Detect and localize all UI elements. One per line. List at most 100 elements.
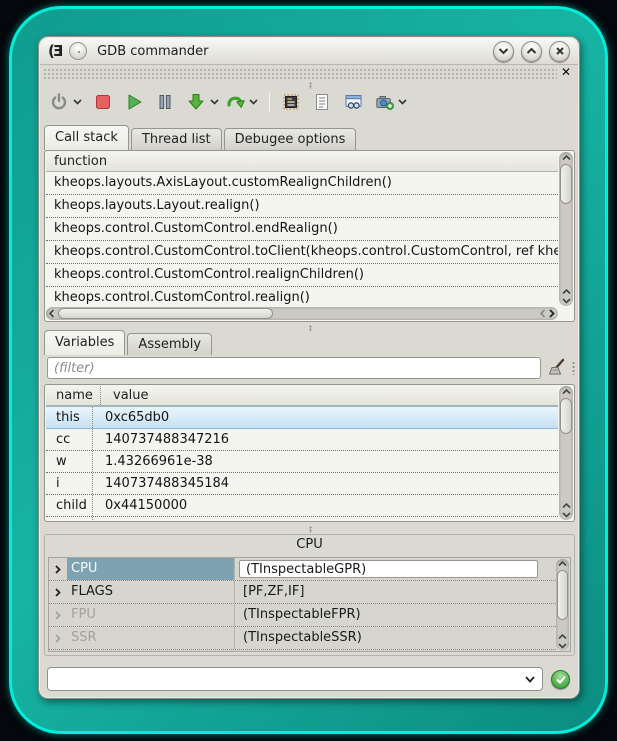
- callstack-column-header[interactable]: function: [46, 152, 558, 172]
- variables-tabbar: VariablesAssembly: [44, 330, 214, 355]
- cpu-rows: CPU(TInspectableGPR)FLAGS[PF,ZF,IF]FPU(T…: [49, 558, 556, 651]
- stack-frame-row[interactable]: kheops.layouts.AxisLayout.customRealignC…: [46, 172, 558, 195]
- callstack-panel: function kheops.layouts.AxisLayout.custo…: [44, 150, 575, 322]
- chevron-down-icon: [73, 99, 82, 105]
- scroll-down-arrow[interactable]: [559, 512, 573, 518]
- stack-frame-row[interactable]: kheops.layouts.Layout.realign(): [46, 195, 558, 218]
- step-into-button[interactable]: [184, 89, 208, 115]
- variable-row[interactable]: cc140737488347216: [46, 429, 558, 451]
- scroll-up-arrow[interactable]: [556, 634, 569, 640]
- scroll-up-arrow[interactable]: [559, 389, 573, 395]
- arrow-over-icon: [225, 92, 246, 112]
- cpu-register-row[interactable]: SSR(TInspectableSSR): [49, 627, 556, 650]
- stack-frame-row[interactable]: kheops.control.CustomControl.realignChil…: [46, 264, 558, 287]
- scroll-down-arrow[interactable]: [559, 298, 573, 304]
- snapshot-button[interactable]: [372, 89, 396, 115]
- scrollbar-thumb[interactable]: [560, 398, 572, 434]
- window-title: GDB commander: [97, 44, 208, 59]
- pause-button[interactable]: [153, 89, 177, 115]
- cpu-view-button[interactable]: [279, 89, 303, 115]
- filter-input[interactable]: [47, 357, 541, 379]
- expander-chevron-right-icon[interactable]: [49, 634, 67, 643]
- panel-handle-dots[interactable]: [572, 361, 575, 375]
- snapshot-dropdown[interactable]: [396, 89, 409, 115]
- expander-chevron-right-icon[interactable]: [49, 565, 67, 574]
- tab-debugee-options[interactable]: Debugee options: [224, 128, 357, 150]
- shade-button[interactable]: [493, 41, 514, 62]
- close-button[interactable]: [549, 41, 570, 62]
- step-into-dropdown[interactable]: [208, 89, 221, 115]
- broom-icon: [546, 357, 568, 379]
- stop-icon: [93, 92, 113, 112]
- tab-assembly[interactable]: Assembly: [127, 333, 212, 355]
- callstack-tabbar: Call stackThread listDebugee options: [44, 125, 358, 150]
- power-button[interactable]: [47, 89, 71, 115]
- variable-row[interactable]: child0x44150000: [46, 495, 558, 517]
- callstack-hscrollbar[interactable]: [46, 307, 558, 320]
- value-column-label[interactable]: value: [100, 386, 558, 405]
- scroll-down-arrow[interactable]: [556, 643, 569, 649]
- variable-name: this: [46, 410, 92, 425]
- stack-frame-row[interactable]: kheops.control.CustomControl.endRealign(…: [46, 218, 558, 241]
- variable-row[interactable]: i140737488345184: [46, 473, 558, 495]
- clear-filter-button[interactable]: [546, 357, 568, 379]
- variable-value: 1.43266961e-38: [92, 517, 558, 521]
- stack-frame-row[interactable]: kheops.control.CustomControl.realign(): [46, 287, 558, 306]
- stop-button[interactable]: [91, 89, 115, 115]
- scrollbar-thumb[interactable]: [560, 164, 572, 204]
- combo-dropdown-button[interactable]: [518, 676, 542, 683]
- cpu-value-editor[interactable]: (TInspectableGPR): [239, 560, 538, 578]
- expander-chevron-right-icon[interactable]: [49, 588, 67, 597]
- variables-vscrollbar[interactable]: [559, 386, 573, 520]
- variables-panel: name value this0xc65db0cc140737488347216…: [44, 384, 575, 522]
- watches-view-button[interactable]: [341, 89, 365, 115]
- variable-name: i: [46, 476, 92, 491]
- dock-close-button[interactable]: ✕: [559, 65, 573, 79]
- cpu-grid: CPU(TInspectableGPR)FLAGS[PF,ZF,IF]FPU(T…: [48, 557, 571, 652]
- variable-row[interactable]: h1.43266961e-38: [46, 517, 558, 521]
- run-button[interactable]: [122, 89, 146, 115]
- output-view-button[interactable]: [310, 89, 334, 115]
- scrollbar-thumb[interactable]: [58, 308, 273, 319]
- scroll-up-arrow[interactable]: [559, 155, 573, 161]
- dock-grip[interactable]: [43, 68, 557, 80]
- tab-thread-list[interactable]: Thread list: [131, 128, 222, 150]
- command-input[interactable]: [48, 669, 518, 689]
- scroll-left-arrow[interactable]: [540, 307, 546, 320]
- chevron-down-icon: [249, 99, 258, 105]
- tab-variables[interactable]: Variables: [44, 330, 125, 355]
- scroll-up-arrow[interactable]: [559, 289, 573, 295]
- step-over-button[interactable]: [223, 89, 247, 115]
- maximize-button[interactable]: [521, 41, 542, 62]
- document-icon: [312, 92, 332, 112]
- variables-rows: this0xc65db0cc140737488347216w1.43266961…: [46, 406, 558, 521]
- window-menu-button[interactable]: [69, 42, 87, 60]
- scroll-left-arrow[interactable]: [49, 307, 55, 320]
- arrow-down-icon: [186, 92, 206, 112]
- variables-column-header[interactable]: name value: [46, 386, 558, 406]
- scrollbar-thumb[interactable]: [557, 570, 568, 620]
- stack-frame-row[interactable]: kheops.control.CustomControl.toClient(kh…: [46, 241, 558, 264]
- scroll-right-arrow[interactable]: [549, 307, 555, 320]
- titlebar[interactable]: (Ǝ GDB commander: [40, 38, 578, 65]
- evaluate-button[interactable]: [551, 670, 570, 689]
- command-combobox[interactable]: [47, 667, 543, 691]
- cpu-vscrollbar[interactable]: [556, 559, 569, 650]
- variable-row[interactable]: this0xc65db0: [46, 406, 558, 429]
- gdb-commander-window: (Ǝ GDB commander ✕: [38, 36, 580, 699]
- power-dropdown[interactable]: [71, 89, 84, 115]
- name-column-label[interactable]: name: [54, 386, 100, 405]
- scroll-up-arrow[interactable]: [556, 561, 569, 567]
- step-over-dropdown[interactable]: [247, 89, 260, 115]
- cpu-register-row[interactable]: FPU(TInspectableFPR): [49, 604, 556, 627]
- watch-window-icon: [343, 92, 364, 112]
- callstack-vscrollbar[interactable]: [559, 152, 573, 306]
- splitter-handle[interactable]: [309, 526, 312, 533]
- tab-call-stack[interactable]: Call stack: [44, 125, 129, 150]
- splitter-handle[interactable]: [309, 325, 312, 332]
- scroll-up-arrow[interactable]: [559, 503, 573, 509]
- cpu-register-row[interactable]: FLAGS[PF,ZF,IF]: [49, 581, 556, 604]
- variable-row[interactable]: w1.43266961e-38: [46, 451, 558, 473]
- expander-chevron-right-icon[interactable]: [49, 611, 67, 620]
- cpu-register-row[interactable]: CPU(TInspectableGPR): [49, 558, 556, 581]
